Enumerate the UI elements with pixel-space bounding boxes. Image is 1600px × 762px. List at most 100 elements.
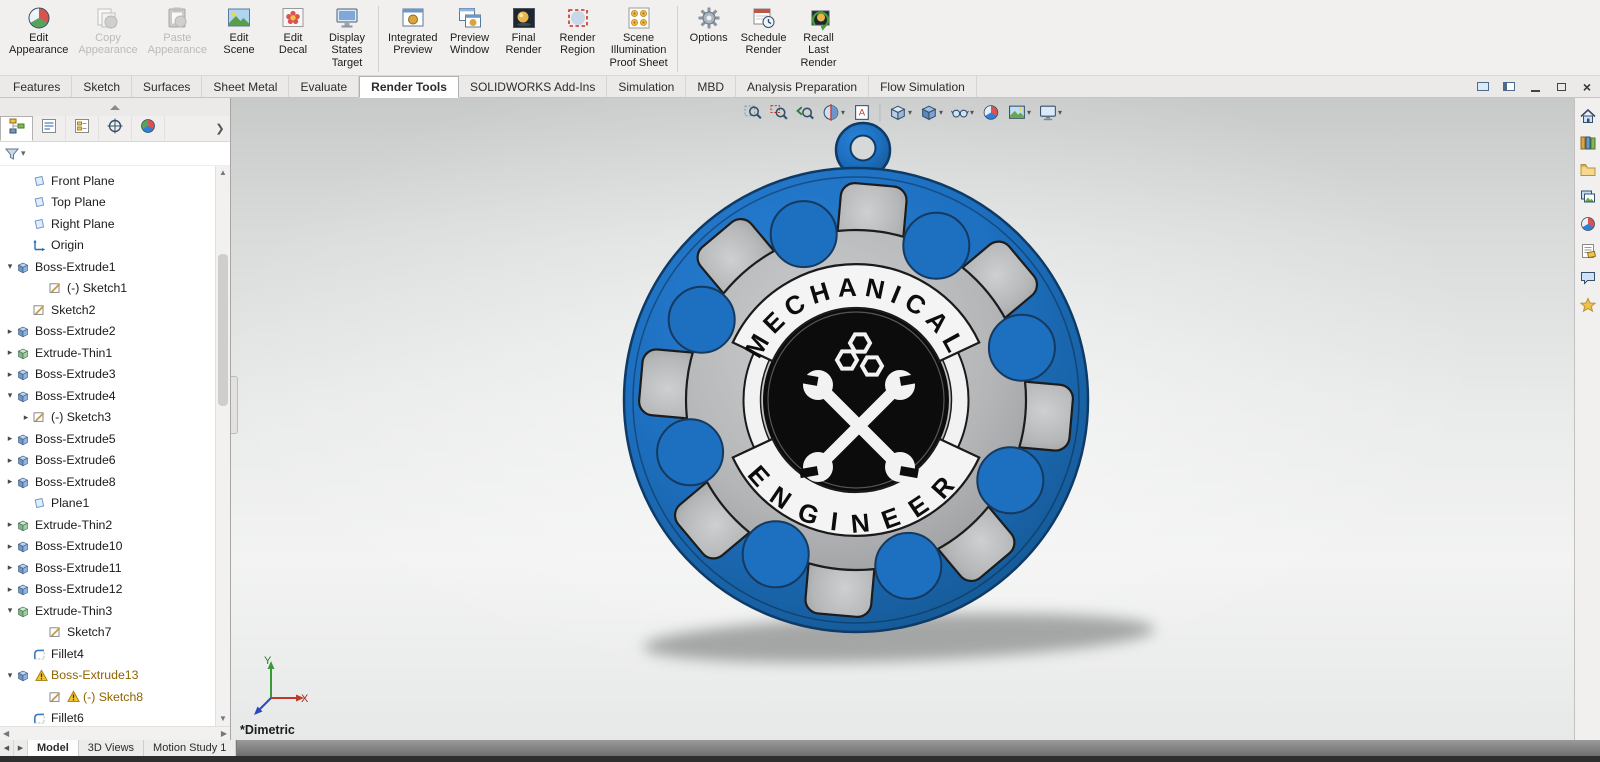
task-pane-design-library-button[interactable] (1578, 133, 1598, 153)
tree-item-boss-extrude6[interactable]: ▸ Boss-Extrude6 (0, 450, 215, 472)
task-pane-custom-properties-button[interactable] (1578, 241, 1598, 261)
render-region-button[interactable]: Render Region (551, 3, 605, 59)
zoom-to-fit-button[interactable] (740, 101, 765, 124)
tree-item-sketch3[interactable]: ▸ (-) Sketch3 (0, 407, 215, 429)
expander-collapsed-icon[interactable]: ▸ (4, 455, 16, 466)
tree-item-fillet4[interactable]: Fillet4 (0, 643, 215, 665)
tab-mbd[interactable]: MBD (686, 76, 737, 97)
tree-item-boss-extrude10[interactable]: ▸ Boss-Extrude10 (0, 536, 215, 558)
tab-sketch[interactable]: Sketch (72, 76, 133, 97)
scene-illumination-proof-sheet-button[interactable]: Scene Illumination Proof Sheet (605, 3, 673, 71)
zoom-to-area-button[interactable] (766, 101, 791, 124)
tab-render-tools[interactable]: Render Tools (359, 76, 459, 98)
hide-show-items-button[interactable]: ▾ (947, 101, 977, 124)
tab-simulation[interactable]: Simulation (607, 76, 687, 97)
edit-scene-button[interactable]: Edit Scene (212, 3, 266, 59)
tree-horizontal-scrollbar[interactable]: ◀ ▶ (0, 726, 230, 740)
expander-expanded-icon[interactable]: ▾ (4, 390, 16, 401)
bottom-tab-model[interactable]: Model (28, 740, 79, 756)
expander-expanded-icon[interactable]: ▾ (4, 261, 16, 272)
restore-button[interactable] (1552, 79, 1570, 95)
scrollbar-thumb[interactable] (218, 254, 228, 406)
scroll-right-arrow-icon[interactable]: ▶ (221, 729, 227, 738)
tree-item-right-plane[interactable]: Right Plane (0, 213, 215, 235)
previous-view-button[interactable] (792, 101, 817, 124)
tree-item-boss-extrude8[interactable]: ▸ Boss-Extrude8 (0, 471, 215, 493)
edit-appearance-button[interactable] (978, 101, 1003, 124)
tab-features[interactable]: Features (2, 76, 73, 97)
bottom-tab-motion-study-1[interactable]: Motion Study 1 (144, 740, 237, 756)
apply-scene-button[interactable]: ▾ (1004, 101, 1034, 124)
task-pane-appearances-scenes-decals-button[interactable] (1578, 214, 1598, 234)
tree-item-boss-extrude2[interactable]: ▸ Boss-Extrude2 (0, 321, 215, 343)
final-render-button[interactable]: Final Render (497, 3, 551, 59)
expander-expanded-icon[interactable]: ▾ (4, 605, 16, 616)
scroll-left-arrow-icon[interactable]: ◀ (3, 729, 9, 738)
tree-item-boss-extrude11[interactable]: ▸ Boss-Extrude11 (0, 557, 215, 579)
tree-item-boss-extrude1[interactable]: ▾ Boss-Extrude1 (0, 256, 215, 278)
copy-appearance-button[interactable]: Copy Appearance (73, 3, 142, 59)
tree-item-top-plane[interactable]: Top Plane (0, 192, 215, 214)
expander-collapsed-icon[interactable]: ▸ (4, 369, 16, 380)
tree-item-plane1[interactable]: Plane1 (0, 493, 215, 515)
panel-splitter[interactable] (231, 376, 238, 434)
tree-item-fillet6[interactable]: Fillet6 (0, 708, 215, 727)
tree-item-origin[interactable]: Origin (0, 235, 215, 257)
dynamic-annotation-views-button[interactable]: A (849, 101, 874, 124)
edit-decal-button[interactable]: Edit Decal (266, 3, 320, 59)
integrated-preview-button[interactable]: Integrated Preview (383, 3, 443, 59)
tree-item-boss-extrude5[interactable]: ▸ Boss-Extrude5 (0, 428, 215, 450)
tree-item-sketch1[interactable]: (-) Sketch1 (0, 278, 215, 300)
tree-item-sketch8[interactable]: (-) Sketch8 (0, 686, 215, 708)
preview-window-button[interactable]: Preview Window (443, 3, 497, 59)
tree-item-sketch7[interactable]: Sketch7 (0, 622, 215, 644)
tree-item-front-plane[interactable]: Front Plane (0, 170, 215, 192)
tab-surfaces[interactable]: Surfaces (132, 76, 203, 97)
tree-filter-bar[interactable]: ▾ (0, 142, 230, 166)
3d-model-canvas[interactable]: MECHANICAL ENGINEER Y X (231, 98, 1574, 740)
schedule-render-button[interactable]: Schedule Render (736, 3, 792, 59)
tree-item-sketch2[interactable]: Sketch2 (0, 299, 215, 321)
manager-tab-featuremanager-design-tree[interactable] (0, 116, 33, 141)
manager-tab-displaymanager[interactable] (132, 116, 165, 141)
paste-appearance-button[interactable]: Paste Appearance (143, 3, 212, 59)
expander-collapsed-icon[interactable]: ▸ (4, 326, 16, 337)
tab-scroll-left-icon[interactable]: ◀ (0, 740, 14, 756)
toggle-sidebar-icon[interactable] (1500, 79, 1518, 95)
tab-evaluate[interactable]: Evaluate (289, 76, 360, 97)
bottom-tab-3d-views[interactable]: 3D Views (79, 740, 145, 756)
tree-item-boss-extrude12[interactable]: ▸ Boss-Extrude12 (0, 579, 215, 601)
manager-tab-dimxpertmanager[interactable] (99, 116, 132, 141)
toggle-panel-icon[interactable] (1474, 79, 1492, 95)
model-center-emblem[interactable]: MECHANICAL ENGINEER (731, 263, 981, 539)
options-button[interactable]: Options (682, 3, 736, 46)
tab-scroll-right-icon[interactable]: ▶ (14, 740, 28, 756)
recall-last-render-button[interactable]: Recall Last Render (792, 3, 846, 71)
tree-item-boss-extrude4[interactable]: ▾ Boss-Extrude4 (0, 385, 215, 407)
tree-item-extrude-thin2[interactable]: ▸ Extrude-Thin2 (0, 514, 215, 536)
expander-collapsed-icon[interactable]: ▸ (4, 476, 16, 487)
view-orientation-button[interactable]: ▾ (885, 101, 915, 124)
view-settings-button[interactable]: ▾ (1035, 101, 1065, 124)
task-pane-file-explorer-button[interactable] (1578, 160, 1598, 180)
tab-analysis-preparation[interactable]: Analysis Preparation (736, 76, 870, 97)
task-pane-solidworks-resources-home-button[interactable] (1578, 106, 1598, 126)
tree-item-boss-extrude3[interactable]: ▸ Boss-Extrude3 (0, 364, 215, 386)
tab-flow-simulation[interactable]: Flow Simulation (869, 76, 977, 97)
close-button[interactable]: × (1578, 79, 1596, 95)
display-style-button[interactable]: ▾ (916, 101, 946, 124)
manager-tab-propertymanager[interactable] (33, 116, 66, 141)
task-pane-solidworks-forum-button[interactable] (1578, 268, 1598, 288)
tree-item-extrude-thin3[interactable]: ▾ Extrude-Thin3 (0, 600, 215, 622)
section-view-button[interactable]: ▾ (818, 101, 848, 124)
edit-appearance-button[interactable]: Edit Appearance (4, 3, 73, 59)
scroll-down-arrow-icon[interactable]: ▼ (216, 712, 230, 726)
panel-collapse-handle[interactable] (0, 98, 230, 116)
expander-collapsed-icon[interactable]: ▸ (20, 412, 32, 423)
expander-collapsed-icon[interactable]: ▸ (4, 347, 16, 358)
tree-vertical-scrollbar[interactable]: ▲ ▼ (215, 166, 230, 726)
manager-tab-configurationmanager[interactable] (66, 116, 99, 141)
tab-sheet-metal[interactable]: Sheet Metal (202, 76, 290, 97)
panel-flyout-arrow-icon[interactable]: ❯ (210, 116, 230, 141)
tree-item-extrude-thin1[interactable]: ▸ Extrude-Thin1 (0, 342, 215, 364)
